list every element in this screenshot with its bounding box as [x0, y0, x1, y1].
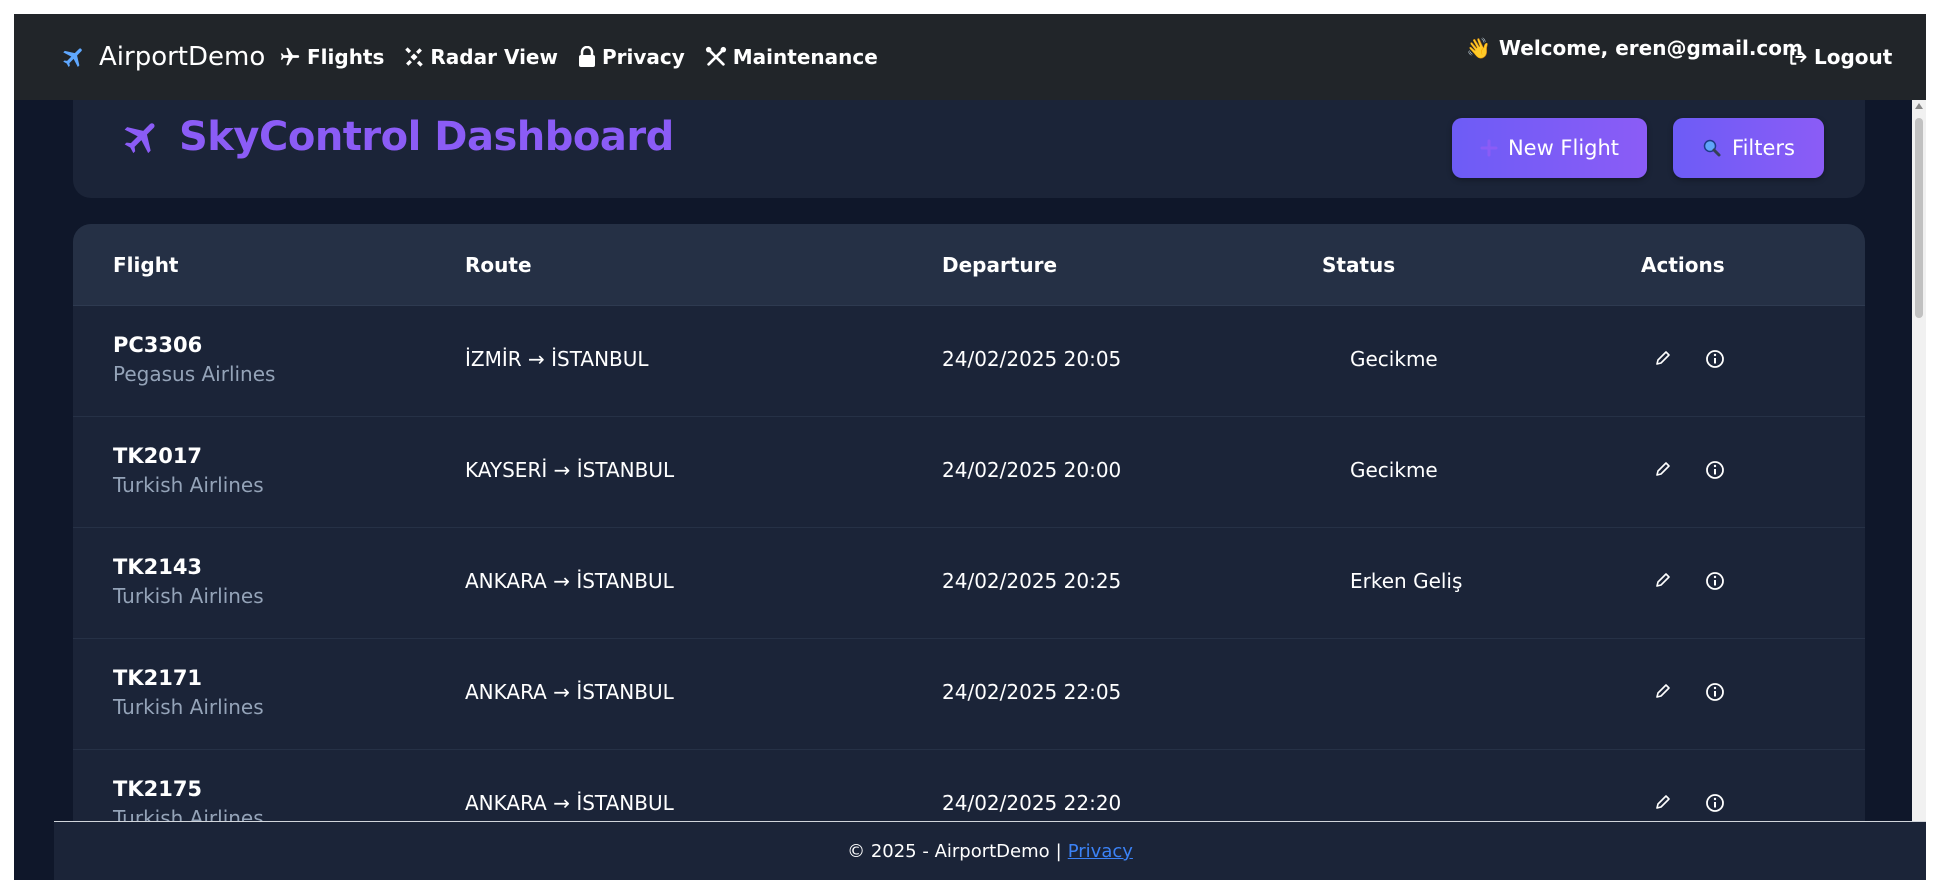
page-title: SkyControl Dashboard — [121, 114, 674, 160]
departure-time: 24/02/2025 20:25 — [942, 569, 1122, 593]
logout-button[interactable]: Logout — [1788, 45, 1892, 69]
scroll-up-arrow-icon[interactable] — [1915, 103, 1923, 109]
brand-name: AirportDemo — [99, 42, 266, 72]
airline-name: Turkish Airlines — [113, 473, 264, 497]
filters-label: Filters — [1732, 136, 1795, 160]
status-text: Erken Geliş — [1350, 569, 1463, 593]
info-icon[interactable] — [1705, 571, 1725, 591]
column-header-actions: Actions — [1641, 253, 1725, 277]
nav-flights[interactable]: Flights — [279, 45, 384, 69]
table-row: TK2017 Turkish Airlines KAYSERİ → İSTANB… — [73, 416, 1865, 528]
scroll-thumb[interactable] — [1915, 118, 1923, 318]
tools-icon — [705, 46, 727, 68]
pencil-icon[interactable] — [1654, 571, 1672, 589]
satellite-icon — [404, 47, 424, 67]
route: KAYSERİ → İSTANBUL — [465, 458, 675, 482]
nav-links: Flights Radar View Privacy Maintenance — [279, 45, 898, 69]
route: ANKARA → İSTANBUL — [465, 791, 674, 815]
pencil-icon[interactable] — [1654, 460, 1672, 478]
new-flight-label: New Flight — [1507, 136, 1620, 160]
airplane-icon — [61, 44, 87, 70]
nav-flights-label: Flights — [307, 45, 385, 69]
flight-code: PC3306 — [113, 333, 203, 357]
column-header-flight: Flight — [113, 253, 179, 277]
column-header-departure: Departure — [942, 253, 1058, 277]
footer-privacy-link[interactable]: Privacy — [1068, 841, 1133, 862]
airline-name: Turkish Airlines — [113, 695, 264, 719]
brand[interactable]: AirportDemo — [61, 42, 265, 72]
nav-radar-view[interactable]: Radar View — [404, 45, 558, 69]
logout-label: Logout — [1814, 45, 1893, 69]
flight-code: TK2143 — [113, 555, 203, 579]
table-row: TK2143 Turkish Airlines ANKARA → İSTANBU… — [73, 527, 1865, 639]
departure-time: 24/02/2025 22:05 — [942, 680, 1122, 704]
search-icon — [1702, 138, 1722, 158]
filters-button[interactable]: Filters — [1673, 118, 1824, 178]
welcome-message: 👋 Welcome, eren@gmail.com — [1466, 36, 1803, 60]
navbar: AirportDemo Flights Radar View Privacy M… — [14, 14, 1926, 100]
airplane-icon — [121, 116, 163, 158]
status-text: Gecikme — [1350, 347, 1438, 371]
footer-copyright: © 2025 - AirportDemo — [847, 841, 1050, 862]
airline-name: Turkish Airlines — [113, 584, 264, 608]
airline-name: Pegasus Airlines — [113, 362, 276, 386]
footer-separator: | — [1055, 841, 1062, 862]
pencil-icon[interactable] — [1654, 682, 1672, 700]
departure-time: 24/02/2025 20:00 — [942, 458, 1122, 482]
route: İZMİR → İSTANBUL — [465, 347, 649, 371]
column-header-status: Status — [1322, 253, 1396, 277]
departure-time: 24/02/2025 20:05 — [942, 347, 1122, 371]
new-flight-button[interactable]: New Flight — [1452, 118, 1647, 178]
departure-time: 24/02/2025 22:20 — [942, 791, 1122, 815]
wave-icon: 👋 — [1466, 36, 1491, 60]
table-row: PC3306 Pegasus Airlines İZMİR → İSTANBUL… — [73, 305, 1865, 417]
flight-code: TK2175 — [113, 777, 203, 801]
flights-table: Flight Route Departure Status Actions PC… — [73, 224, 1865, 880]
page-scrollbar[interactable] — [1912, 100, 1926, 840]
nav-radar-label: Radar View — [430, 45, 558, 69]
info-icon[interactable] — [1705, 793, 1725, 813]
info-icon[interactable] — [1705, 460, 1725, 480]
pencil-icon[interactable] — [1654, 349, 1672, 367]
lock-icon — [578, 46, 596, 68]
column-header-route: Route — [465, 253, 532, 277]
plane-icon — [279, 46, 301, 68]
info-icon[interactable] — [1705, 349, 1725, 369]
route: ANKARA → İSTANBUL — [465, 680, 674, 704]
table-row: TK2171 Turkish Airlines ANKARA → İSTANBU… — [73, 638, 1865, 750]
app-frame: AirportDemo Flights Radar View Privacy M… — [14, 14, 1926, 880]
nav-privacy[interactable]: Privacy — [578, 45, 685, 69]
flight-code: TK2171 — [113, 666, 203, 690]
nav-privacy-label: Privacy — [601, 45, 685, 69]
logout-icon — [1788, 47, 1808, 67]
table-header: Flight Route Departure Status Actions — [73, 224, 1865, 306]
status-text: Gecikme — [1350, 458, 1438, 482]
pencil-icon[interactable] — [1654, 793, 1672, 811]
welcome-text: Welcome, eren@gmail.com — [1498, 36, 1803, 60]
info-icon[interactable] — [1705, 682, 1725, 702]
nav-maintenance-label: Maintenance — [732, 45, 878, 69]
footer: © 2025 - AirportDemo | Privacy — [54, 821, 1926, 880]
flight-code: TK2017 — [113, 444, 203, 468]
page-title-text: SkyControl Dashboard — [179, 114, 674, 160]
nav-maintenance[interactable]: Maintenance — [705, 45, 878, 69]
plus-icon — [1480, 139, 1498, 157]
route: ANKARA → İSTANBUL — [465, 569, 674, 593]
